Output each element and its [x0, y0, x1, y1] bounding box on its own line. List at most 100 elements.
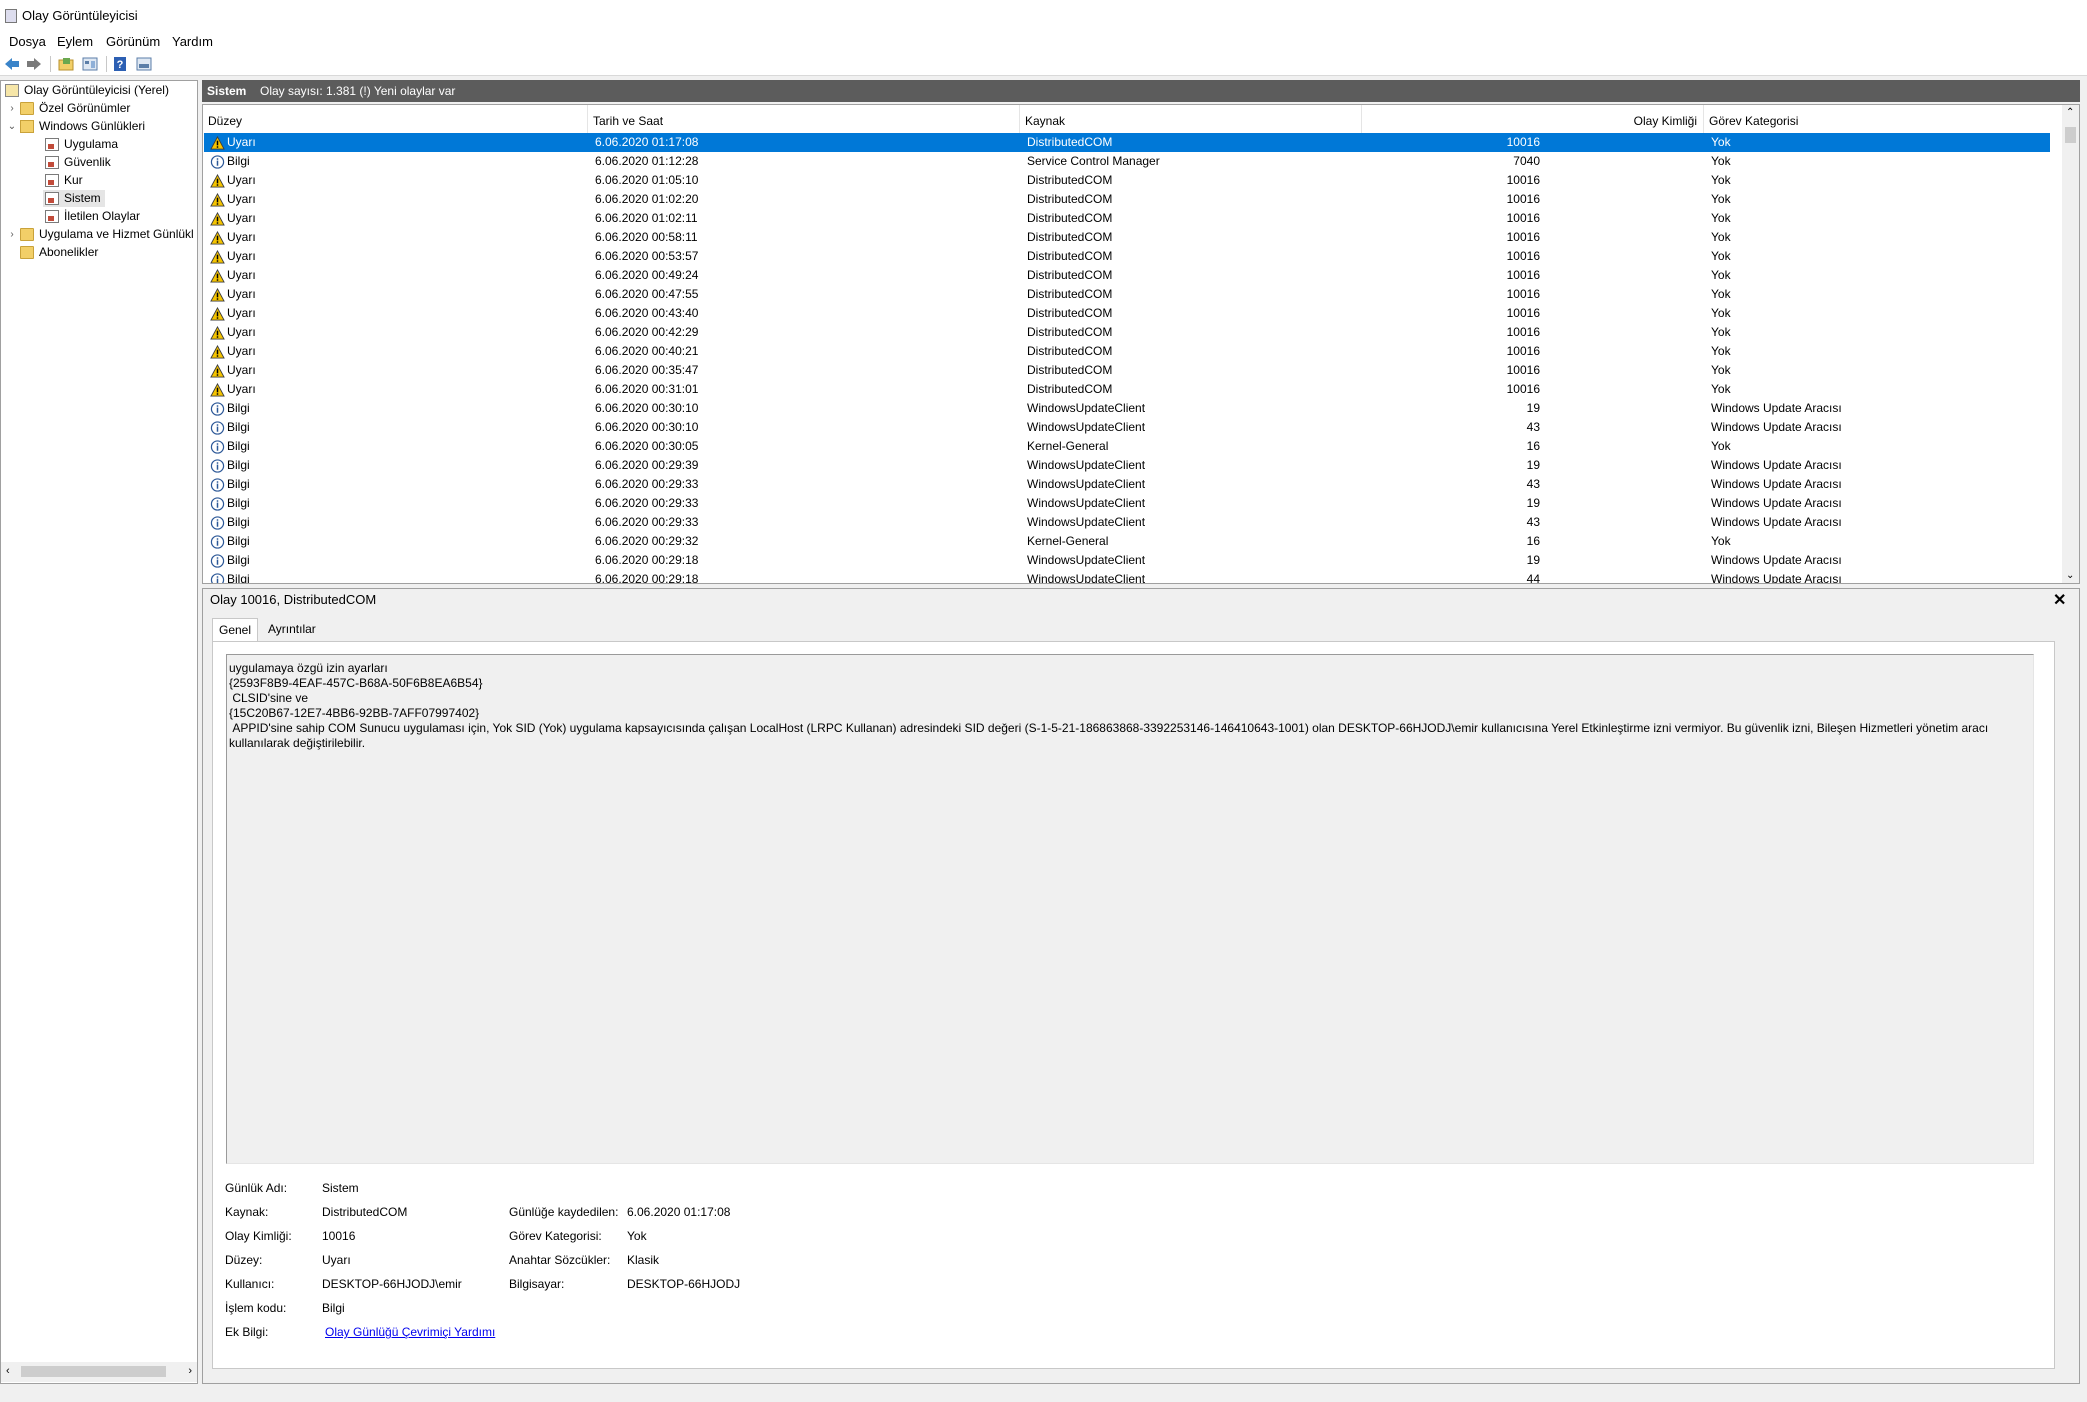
table-row[interactable]: Bilgi 6.06.2020 00:29:32 Kernel-General 16 Y… [204, 532, 2050, 551]
event-detail-title: Olay 10016, DistributedCOM [210, 592, 377, 607]
table-row[interactable]: Bilgi 6.06.2020 00:29:33 WindowsUpdateClie… [204, 475, 2050, 494]
event-message[interactable]: uygulamaya özgü izin ayarları {2593F8B9-… [226, 654, 2034, 1164]
cell-task-category: Windows Update Aracısı [1711, 515, 1842, 529]
prop-value-task-category: Yok [627, 1229, 647, 1243]
tree-item-kur[interactable]: Kur [45, 172, 83, 189]
cell-event-id: 16 [1526, 439, 1540, 453]
cell-task-category: Yok [1711, 173, 1731, 187]
help-button[interactable]: ? [110, 54, 130, 74]
tree-item-app-service-logs[interactable]: › Uygulama ve Hizmet Günlükl [7, 226, 195, 243]
event-list-scrollbar[interactable]: ⌃ ⌄ [2062, 105, 2079, 583]
menu-dosya[interactable]: Dosya [9, 32, 46, 52]
cell-task-category: Windows Update Aracısı [1711, 420, 1842, 434]
open-button[interactable] [56, 54, 76, 74]
scrollbar-thumb[interactable] [21, 1366, 166, 1377]
table-row[interactable]: Uyarı 6.06.2020 00:49:24 DistributedCOM 100… [204, 266, 2050, 285]
scroll-right-icon[interactable]: › [188, 1365, 192, 1377]
tree-label: Sistem [64, 191, 101, 205]
table-row[interactable]: Bilgi 6.06.2020 00:29:18 WindowsUpdateClie… [204, 570, 2050, 583]
menu-gorunum[interactable]: Görünüm [106, 32, 160, 52]
table-row[interactable]: Uyarı 6.06.2020 00:43:40 DistributedCOM 100… [204, 304, 2050, 323]
scroll-up-icon[interactable]: ⌃ [2066, 107, 2074, 118]
svg-text:?: ? [117, 59, 124, 71]
forward-button[interactable] [24, 54, 44, 74]
scroll-down-icon[interactable]: ⌄ [2066, 570, 2074, 581]
table-row[interactable]: Uyarı 6.06.2020 00:53:57 DistributedCOM 100… [204, 247, 2050, 266]
table-row[interactable]: Bilgi 6.06.2020 00:29:39 WindowsUpdateClie… [204, 456, 2050, 475]
cell-level: Uyarı [210, 133, 490, 152]
cell-level: Bilgi [210, 532, 490, 551]
table-row[interactable]: Uyarı 6.06.2020 00:31:01 DistributedCOM 100… [204, 380, 2050, 399]
table-row[interactable]: Bilgi 6.06.2020 00:29:33 WindowsUpdateClie… [204, 494, 2050, 513]
cell-date: 6.06.2020 00:29:32 [595, 534, 699, 548]
menu-yardim[interactable]: Yardım [172, 32, 213, 52]
level-text: Uyarı [227, 363, 256, 377]
table-row[interactable]: Uyarı 6.06.2020 01:05:10 DistributedCOM 100… [204, 171, 2050, 190]
tree-horizontal-scrollbar[interactable]: ‹ › [1, 1362, 197, 1382]
tree-item-windows-logs[interactable]: ⌄ Windows Günlükleri [7, 118, 145, 135]
table-row[interactable]: Uyarı 6.06.2020 00:47:55 DistributedCOM 100… [204, 285, 2050, 304]
table-row[interactable]: Bilgi 6.06.2020 00:30:10 WindowsUpdateClie… [204, 418, 2050, 437]
tab-genel[interactable]: Genel [212, 618, 259, 642]
log-icon [45, 192, 59, 205]
tree-item-subscriptions[interactable]: Abonelikler [20, 244, 98, 261]
table-row[interactable]: Uyarı 6.06.2020 00:40:21 DistributedCOM 100… [204, 342, 2050, 361]
tab-ayrintilar[interactable]: Ayrıntılar [262, 618, 322, 640]
scroll-left-icon[interactable]: ‹ [6, 1365, 10, 1377]
table-row[interactable]: Uyarı 6.06.2020 01:17:08 DistributedCOM 100… [204, 133, 2050, 152]
tree-label: Uygulama ve Hizmet Günlükl [39, 227, 194, 241]
tree-root[interactable]: Olay Görüntüleyicisi (Yerel) [5, 82, 169, 99]
tree-item-uygulama[interactable]: Uygulama [45, 136, 118, 153]
table-row[interactable]: Uyarı 6.06.2020 01:02:11 DistributedCOM 100… [204, 209, 2050, 228]
cell-level: Bilgi [210, 570, 490, 583]
scrollbar-thumb[interactable] [2065, 127, 2076, 143]
cell-event-id: 10016 [1506, 363, 1540, 377]
table-row[interactable]: Uyarı 6.06.2020 00:42:29 DistributedCOM 100… [204, 323, 2050, 342]
table-row[interactable]: Bilgi 6.06.2020 00:29:33 WindowsUpdateClie… [204, 513, 2050, 532]
tree-root-label: Olay Görüntüleyicisi (Yerel) [24, 83, 169, 97]
cell-task-category: Yok [1711, 534, 1731, 548]
column-header-date[interactable]: Tarih ve Saat [588, 105, 1020, 133]
tree-item-iletilen-olaylar[interactable]: İletilen Olaylar [45, 208, 140, 225]
cell-task-category: Windows Update Aracısı [1711, 477, 1842, 491]
expand-icon[interactable]: › [7, 226, 17, 243]
cell-source: DistributedCOM [1027, 268, 1113, 282]
tree-item-custom-views[interactable]: › Özel Görünümler [7, 100, 130, 117]
cell-level: Uyarı [210, 228, 490, 247]
table-row[interactable]: Bilgi 6.06.2020 00:30:10 WindowsUpdateClie… [204, 399, 2050, 418]
cell-level: Uyarı [210, 304, 490, 323]
level-text: Bilgi [227, 477, 250, 491]
column-header-task-category[interactable]: Görev Kategorisi [1704, 105, 2061, 133]
table-row[interactable]: Bilgi 6.06.2020 00:30:05 Kernel-General 16 Y… [204, 437, 2050, 456]
properties-button[interactable] [80, 54, 100, 74]
column-header-source[interactable]: Kaynak [1020, 105, 1362, 133]
table-row[interactable]: Bilgi 6.06.2020 00:29:18 WindowsUpdateClie… [204, 551, 2050, 570]
cell-task-category: Yok [1711, 211, 1731, 225]
prop-value-level: Uyarı [322, 1253, 351, 1267]
menu-eylem[interactable]: Eylem [57, 32, 93, 52]
warning-icon [210, 306, 225, 321]
warning-icon [210, 192, 225, 207]
cell-date: 6.06.2020 00:47:55 [595, 287, 699, 301]
cell-date: 6.06.2020 00:30:10 [595, 401, 699, 415]
table-row[interactable]: Uyarı 6.06.2020 00:58:11 DistributedCOM 100… [204, 228, 2050, 247]
column-header-level[interactable]: Düzey [203, 105, 588, 133]
cell-date: 6.06.2020 00:29:39 [595, 458, 699, 472]
cell-event-id: 10016 [1506, 382, 1540, 396]
close-icon[interactable]: ✕ [2053, 590, 2066, 610]
online-help-link[interactable]: Olay Günlüğü Çevrimiçi Yardımı [325, 1325, 495, 1339]
expand-icon[interactable]: › [7, 100, 17, 117]
collapse-icon[interactable]: ⌄ [7, 118, 17, 135]
cell-source: WindowsUpdateClient [1027, 420, 1146, 434]
table-row[interactable]: Bilgi 6.06.2020 01:12:28 Service Control M… [204, 152, 2050, 171]
tree-item-guvenlik[interactable]: Güvenlik [45, 154, 111, 171]
tree-item-sistem[interactable]: Sistem [43, 190, 105, 207]
preview-pane-button[interactable] [134, 54, 154, 74]
column-header-event-id[interactable]: Olay Kimliği [1362, 105, 1704, 133]
table-row[interactable]: Uyarı 6.06.2020 01:02:20 DistributedCOM 100… [204, 190, 2050, 209]
warning-icon [210, 173, 225, 188]
cell-level: Uyarı [210, 361, 490, 380]
level-text: Uyarı [227, 268, 256, 282]
table-row[interactable]: Uyarı 6.06.2020 00:35:47 DistributedCOM 100… [204, 361, 2050, 380]
back-button[interactable] [2, 54, 22, 74]
